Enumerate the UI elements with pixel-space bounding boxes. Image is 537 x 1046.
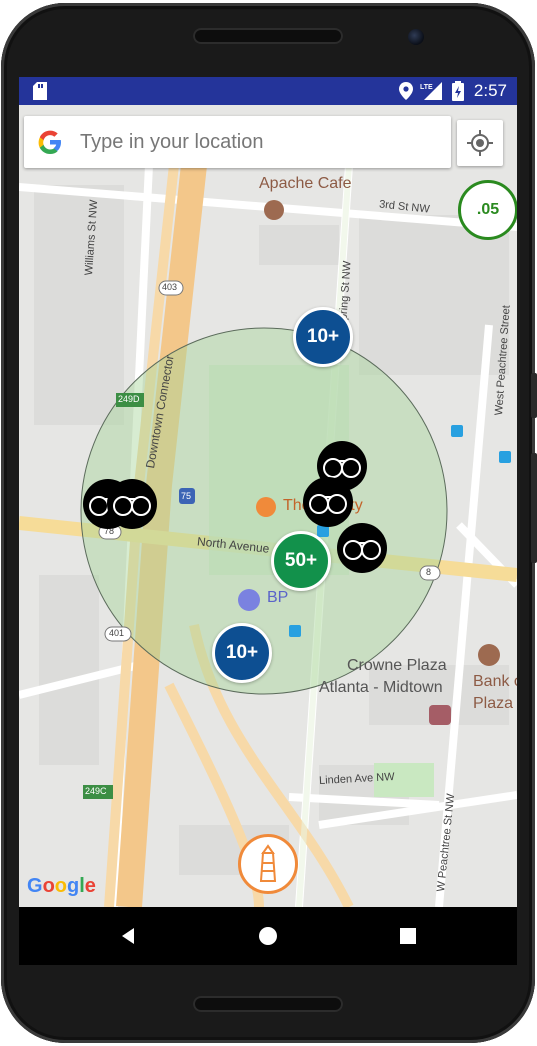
my-location-button[interactable] [457,120,503,166]
recents-icon[interactable] [398,926,418,946]
cluster-marker[interactable]: 50+ [271,531,331,591]
crime-marker[interactable] [107,479,157,529]
route-401-label: 401 [109,628,125,638]
signal-icon: LTE [420,82,442,100]
my-location-icon [467,130,493,156]
location-search-bar[interactable] [24,116,451,168]
android-nav-bar [19,907,517,965]
route-8-label: 8 [426,567,432,577]
google-g-icon [38,130,61,154]
sd-card-icon [33,82,47,100]
route-249d-label: 249D [118,394,140,404]
route-249c-label: 249C [85,786,107,796]
route-75-label: 75 [181,491,192,501]
location-pin-icon [399,82,413,100]
map-label-apache-cafe: Apache Cafe [259,175,352,192]
map-view[interactable]: Apache Cafe 3rd St NW Williams St NW Spr… [19,105,517,907]
location-search-input[interactable] [80,127,435,157]
bottom-speaker [193,996,343,1012]
radius-badge[interactable]: .05 [458,180,517,240]
map-label-atlanta-midtown: Atlanta - Midtown [319,679,443,696]
google-logo: Google [27,875,96,898]
map-label-plaza: Plaza [473,695,514,712]
home-icon[interactable] [257,925,279,947]
screen: LTE 2:57 Apache Cafe 3rd St NW Williams … [19,77,517,965]
status-time: 2:57 [473,81,507,100]
lighthouse-button[interactable] [238,834,298,894]
network-label: LTE [420,84,433,91]
top-speaker [193,28,343,44]
volume-button [531,453,537,563]
google-logo-letter: G [27,875,43,897]
map-label-bp: BP [267,589,289,606]
handcuffs-icon [113,496,151,516]
map-label-bank: Bank of [473,673,517,690]
map-label-crowne-plaza: Crowne Plaza [347,657,447,674]
back-icon[interactable] [118,926,138,946]
battery-icon [452,81,464,101]
crime-marker[interactable] [303,477,353,527]
handcuffs-icon [343,540,381,560]
cluster-marker[interactable]: 10+ [293,307,353,367]
handcuffs-icon [309,494,347,514]
google-logo-letter: o [54,875,67,897]
crime-marker[interactable] [337,523,387,573]
google-logo-letter: g [67,875,80,897]
status-bar: LTE 2:57 [19,77,517,105]
route-403-label: 403 [162,282,178,292]
google-logo-letter: e [84,875,96,897]
cluster-marker[interactable]: 10+ [212,623,272,683]
phone-frame: LTE 2:57 Apache Cafe 3rd St NW Williams … [1,3,537,1043]
google-logo-letter: o [42,875,55,897]
front-camera [408,29,424,45]
power-button [531,373,537,418]
lighthouse-icon [259,844,277,882]
